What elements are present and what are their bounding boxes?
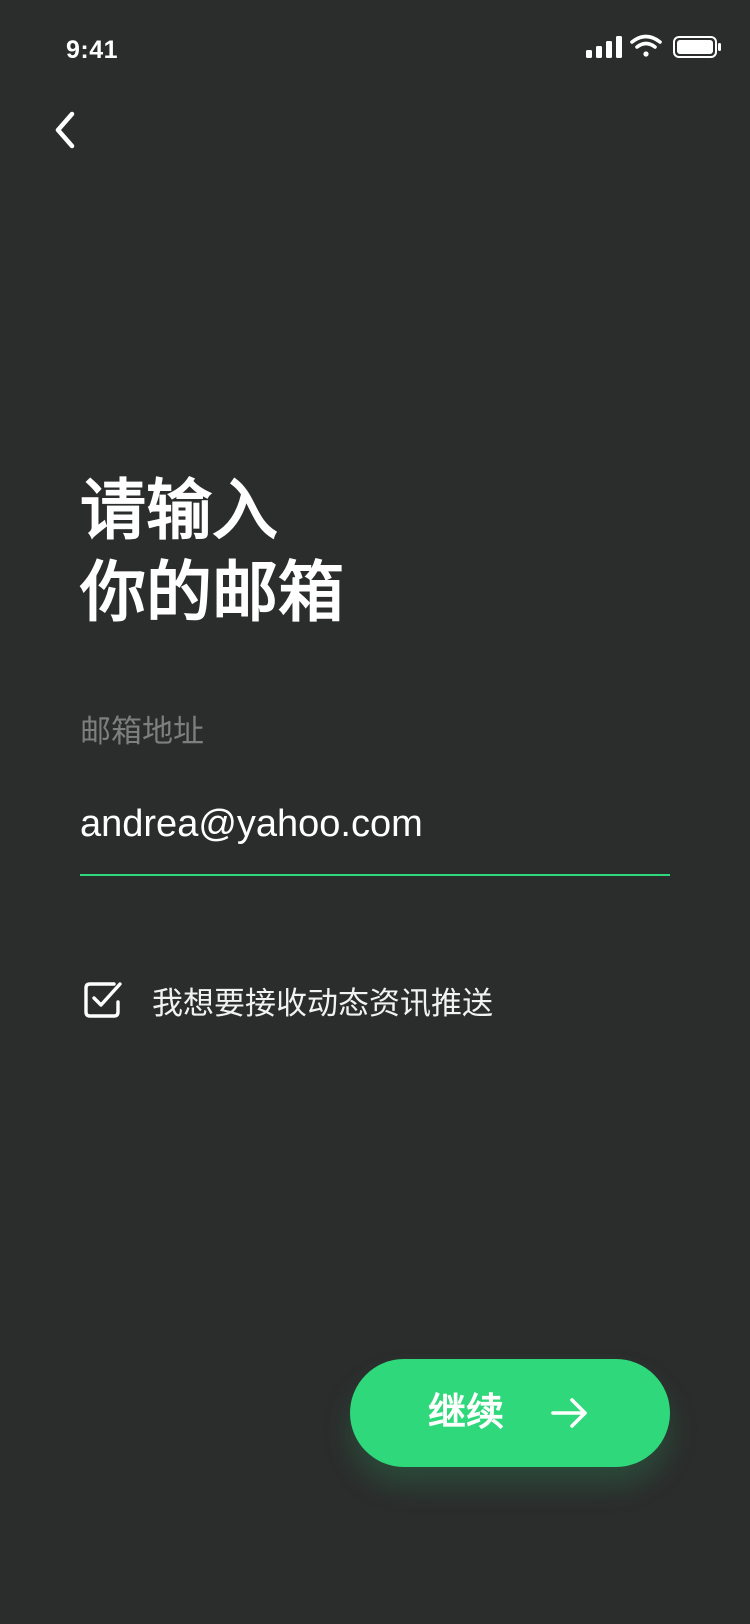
email-input[interactable] [80,796,670,852]
status-icons [584,34,724,58]
arrow-right-icon [551,1398,587,1428]
wifi-icon [630,34,662,57]
newsletter-checkbox-row[interactable]: 我想要接收动态资讯推送 [80,978,493,1022]
page-title-line-2: 你的邮箱 [80,554,344,631]
page-title: 请输入 你的邮箱 [80,470,344,634]
status-bar: 9:41 [0,0,750,100]
page-title-line-1: 请输入 [80,472,278,549]
email-input-underline [80,874,670,876]
continue-button-label: 继续 [428,1390,505,1434]
chevron-left-icon [55,111,75,149]
battery-icon [673,36,721,58]
status-time: 9:41 [66,36,119,64]
newsletter-checkbox-label: 我想要接收动态资讯推送 [152,985,493,1022]
cellular-signal-icon [586,36,622,58]
continue-button[interactable]: 继续 [350,1359,670,1467]
back-button[interactable] [44,108,88,152]
email-field-label: 邮箱地址 [80,714,204,750]
checkbox-checked-icon[interactable] [80,978,124,1022]
status-icons-graphic [586,34,721,58]
